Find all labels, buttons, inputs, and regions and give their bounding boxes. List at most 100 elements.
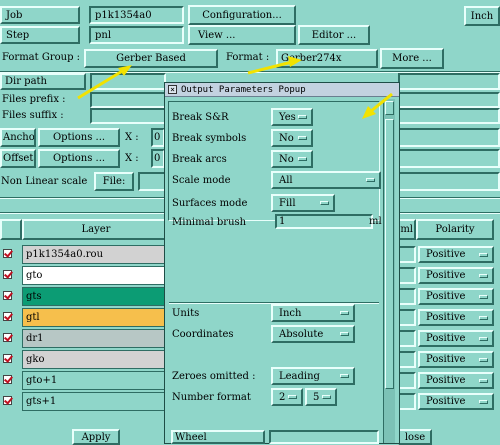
row-checkbox[interactable] [3, 249, 12, 258]
polarity-select[interactable]: Positive [418, 372, 494, 389]
nonlinear-scale-label: Non Linear scale [1, 176, 88, 187]
units-value: Inch [279, 307, 302, 319]
units-select[interactable]: Inch [271, 304, 355, 322]
popup-scrollbar[interactable] [383, 99, 395, 443]
row-checkbox[interactable] [3, 270, 12, 279]
polarity-select[interactable]: Positive [418, 351, 494, 368]
break-symbols-select[interactable]: No [271, 129, 313, 147]
offset-y-input[interactable] [398, 149, 500, 168]
row-checkbox[interactable] [3, 291, 12, 300]
break-sr-select[interactable]: Yes [271, 108, 313, 126]
row-checkbox[interactable] [3, 396, 12, 405]
polarity-select[interactable]: Positive [418, 393, 494, 410]
select-all-header[interactable] [0, 219, 22, 240]
offset-options-button[interactable]: Options ... [38, 149, 120, 168]
polarity-value: Positive [426, 291, 466, 302]
configuration-button[interactable]: Configuration... [188, 5, 296, 25]
surfaces-mode-label: Surfaces mode [172, 198, 248, 209]
minimal-brush-value: 1 [279, 216, 286, 227]
dir-path-input-end[interactable] [398, 73, 500, 90]
option-menu-icon [298, 115, 307, 119]
dir-path-input[interactable] [90, 73, 166, 90]
anchor-x-value: 0 [154, 132, 161, 143]
layer-header-label: Layer [81, 224, 111, 235]
format-group-label: Format Group : [2, 52, 81, 63]
option-menu-icon [479, 336, 488, 341]
job-value: p1k1354a0 [95, 9, 152, 21]
coordinates-select[interactable]: Absolute [271, 325, 355, 343]
more-button[interactable]: More ... [380, 48, 444, 69]
close-button[interactable]: lose [398, 429, 432, 445]
polarity-value: Positive [426, 333, 466, 344]
wheel-input[interactable] [269, 430, 379, 444]
popup-title-bar[interactable]: × Output Parameters Popup [165, 83, 399, 97]
option-menu-icon [479, 399, 488, 404]
job-field[interactable]: p1k1354a0 [89, 6, 184, 24]
offset-x-value: 0 [154, 153, 161, 164]
dir-path-button[interactable]: Dir path [0, 73, 86, 90]
anchor-x-input[interactable]: 0 [151, 128, 165, 147]
zeroes-omitted-select[interactable]: Leading [271, 367, 355, 385]
scale-mode-select[interactable]: All [271, 171, 381, 189]
scrollbar-thumb[interactable] [385, 119, 394, 389]
job-button[interactable]: Job [0, 6, 80, 24]
offset-button[interactable]: Offset [0, 149, 36, 168]
anchor-y-input[interactable] [398, 128, 500, 147]
more-label: More ... [392, 53, 432, 64]
nonlinear-file-input-end[interactable] [398, 172, 500, 191]
wheel-button[interactable]: Wheel [171, 430, 265, 444]
format-group-select[interactable]: Gerber Based [84, 49, 218, 68]
zeroes-omitted-label: Zeroes omitted : [172, 371, 256, 382]
files-prefix-label: Files prefix : [2, 94, 66, 105]
polarity-column-header[interactable]: Polarity [416, 219, 494, 240]
number-format-decimal-select[interactable]: 5 [305, 388, 337, 406]
anchor-options-button[interactable]: Options ... [38, 128, 120, 147]
files-prefix-input[interactable] [90, 92, 166, 108]
row-checkbox[interactable] [3, 312, 12, 321]
anchor-button[interactable]: Anchor [0, 128, 36, 147]
view-button[interactable]: View ... [188, 25, 296, 45]
format-select[interactable]: Gerber274x [276, 49, 378, 68]
option-menu-icon [479, 252, 488, 257]
popup-title: Output Parameters Popup [181, 84, 306, 95]
file-label: File: [102, 176, 126, 187]
break-arcs-select[interactable]: No [271, 150, 313, 168]
polarity-select[interactable]: Positive [418, 246, 494, 263]
option-menu-icon [340, 332, 349, 336]
scroll-up-arrow-icon[interactable] [385, 101, 394, 115]
polarity-value: Positive [426, 270, 466, 281]
editor-button[interactable]: Editor ... [298, 25, 370, 45]
files-prefix-input-end[interactable] [398, 92, 500, 108]
minimal-brush-input[interactable]: 1 [275, 214, 373, 229]
files-suffix-input-end[interactable] [398, 108, 500, 124]
polarity-select[interactable]: Positive [418, 330, 494, 347]
nonlinear-file-input[interactable] [138, 172, 166, 191]
option-menu-icon [288, 395, 297, 399]
files-suffix-input[interactable] [90, 108, 166, 124]
polarity-select[interactable]: Positive [418, 267, 494, 284]
close-icon[interactable]: × [168, 85, 177, 94]
format-value: Gerber274x [281, 53, 342, 64]
step-field[interactable]: pnl [89, 26, 184, 44]
layer-column-header[interactable]: Layer [22, 219, 170, 240]
step-button[interactable]: Step [0, 26, 80, 44]
apply-button[interactable]: Apply [72, 429, 120, 445]
polarity-select[interactable]: Positive [418, 288, 494, 305]
option-menu-icon [366, 178, 375, 182]
files-suffix-label: Files suffix : [2, 110, 64, 121]
offset-x-input[interactable]: 0 [151, 149, 165, 168]
option-menu-icon [479, 273, 488, 278]
number-format-integer-select[interactable]: 2 [271, 388, 303, 406]
polarity-select[interactable]: Positive [418, 309, 494, 326]
row-checkbox[interactable] [3, 354, 12, 363]
surfaces-mode-value: Fill [279, 197, 296, 209]
row-checkbox[interactable] [3, 375, 12, 384]
file-button[interactable]: File: [94, 172, 134, 191]
option-menu-icon [322, 395, 331, 399]
row-checkbox[interactable] [3, 333, 12, 342]
units-inch-button[interactable]: Inch [464, 6, 500, 26]
option-menu-icon [340, 311, 349, 315]
surfaces-mode-select[interactable]: Fill [271, 194, 335, 212]
number-format-decimal-value: 5 [313, 391, 320, 403]
polarity-value: Positive [426, 312, 466, 323]
